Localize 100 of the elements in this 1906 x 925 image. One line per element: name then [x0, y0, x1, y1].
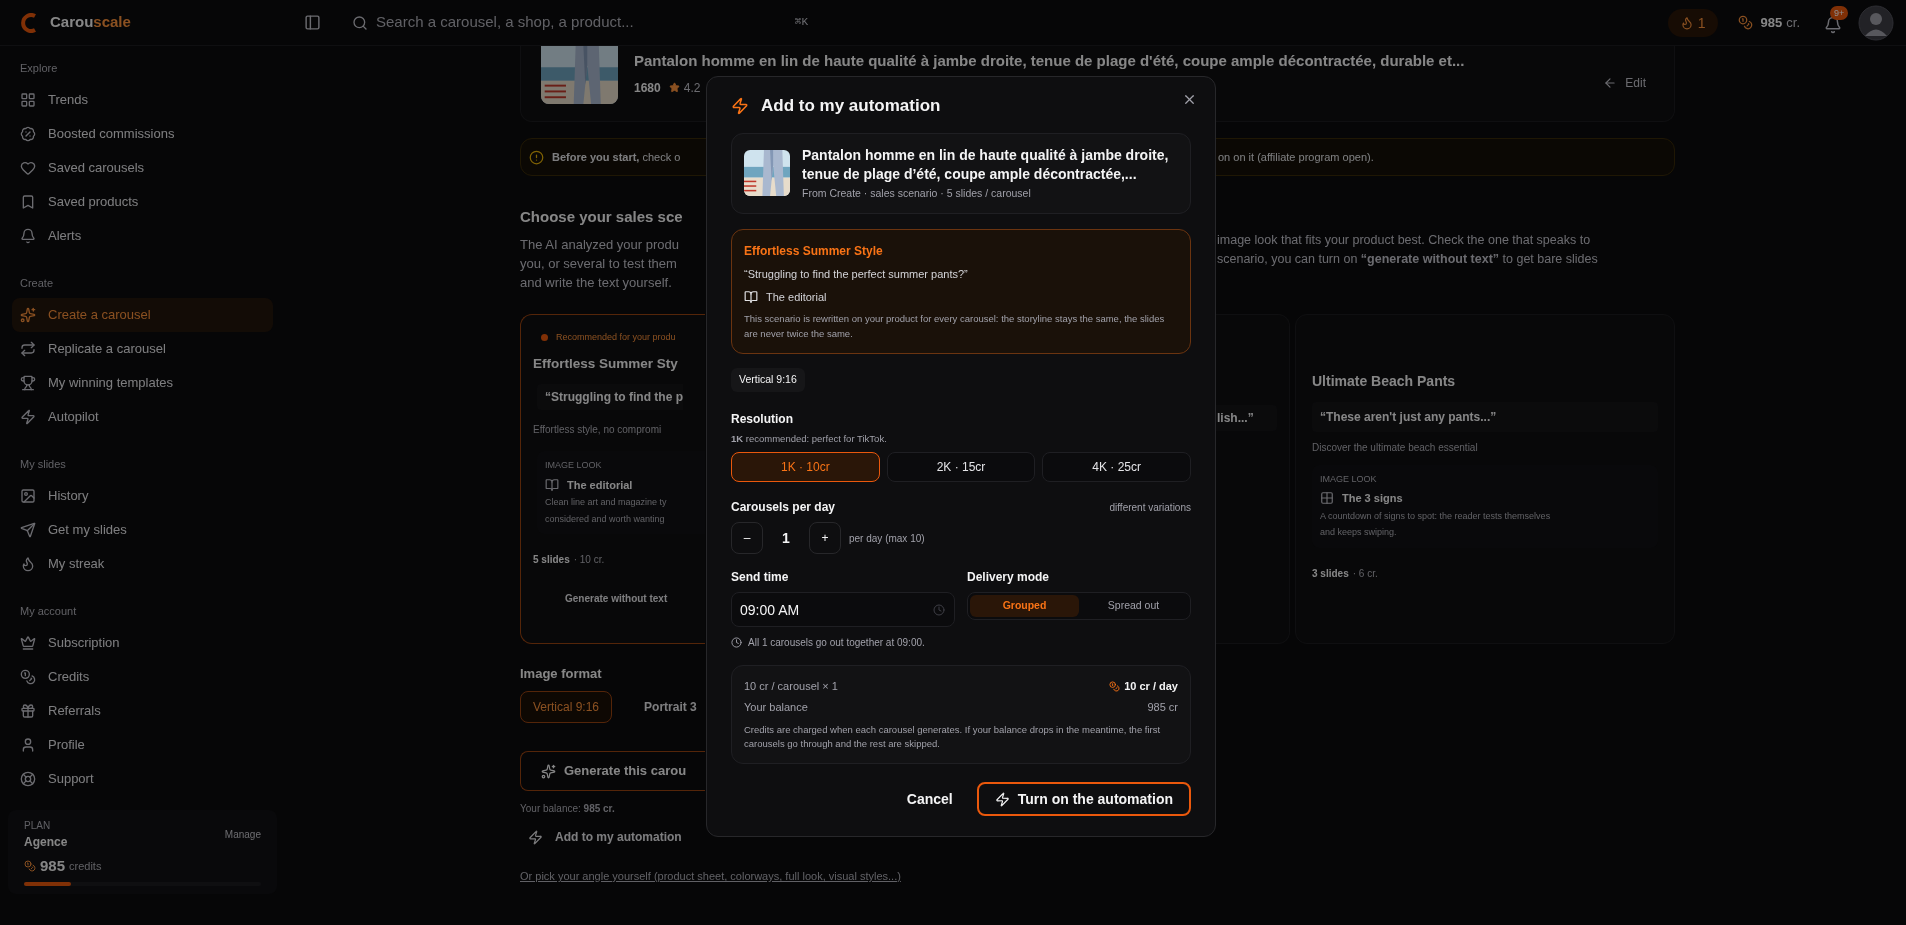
sidebar-toggle-icon [303, 14, 321, 31]
scenario-card[interactable]: lish...” [1215, 313, 1290, 644]
percent-badge-icon [20, 126, 36, 142]
plan-credits-unit: credits [69, 859, 102, 874]
flame-icon [20, 556, 36, 572]
manage-link[interactable]: Manage [224, 827, 261, 842]
flame-icon [1679, 15, 1694, 30]
clock-icon [731, 637, 742, 649]
section-heading: Image format [520, 664, 602, 683]
confirm-button[interactable]: Turn on the automation [976, 782, 1191, 817]
image-look-label: IMAGE LOOK [1320, 472, 1377, 486]
resolution-option[interactable]: 1K · 10cr [731, 452, 880, 483]
format-option[interactable]: Portrait 3 [632, 691, 709, 723]
sidebar-item[interactable]: My winning templates [12, 366, 273, 400]
section-label: Explore [20, 60, 58, 76]
section-label: My account [20, 603, 77, 619]
sidebar-item[interactable]: Subscription [12, 626, 273, 660]
trophy-icon [20, 375, 36, 391]
sidebar-item[interactable]: Referrals [12, 694, 273, 728]
cost-per-carousel: 10 cr / carousel × 1 [744, 679, 838, 695]
lightning-icon [731, 96, 749, 115]
product-title: Pantalon homme en lin de haute qualité à jambe droite, tenue de plage d’été, coupe ample décontractée,... [802, 145, 1170, 184]
add-automation-button[interactable]: Add to my automation [528, 828, 682, 846]
scenario-note: This scenario is rewritten on your product for every carousel: the storyline stays the same, the slides are never twice the same. [744, 312, 1166, 342]
coins-icon [1737, 15, 1753, 30]
slide-cost: · 10 cr. [573, 553, 605, 568]
time-field[interactable]: 09:00 AM [731, 592, 955, 628]
credits-note: Credits are charged when each carousel generates. If your balance drops in the meantime, the first carousels go through and the rest are skipped. [744, 723, 1162, 752]
book-icon [744, 290, 758, 304]
sparkles-icon [541, 763, 556, 779]
repeat-icon [20, 341, 36, 357]
sidebar-item[interactable]: Support [12, 762, 273, 796]
notification-badge: 9+ [1830, 5, 1849, 20]
variations-note: different variations [1109, 500, 1191, 515]
search-field[interactable]: Search a carousel, a shop, a product... [376, 11, 787, 34]
slide-count: 5 slides [533, 553, 570, 568]
dialog-title: Add to my automation [761, 95, 941, 117]
sparkles-icon [20, 307, 36, 323]
alert-icon [529, 149, 544, 165]
generate-button[interactable]: Generate this carou [520, 751, 705, 791]
plan-credits: 985 [40, 856, 66, 876]
scenario-card[interactable] [520, 313, 705, 644]
sidebar-item[interactable]: Replicate a carousel [12, 332, 273, 366]
section-heading: Choose your sales sce [520, 207, 683, 227]
scenario-quote: “Struggling to find the perfect summer pants?” [744, 267, 968, 283]
logo-icon [20, 12, 38, 33]
image-look-description: and keeps swiping. [1320, 526, 1397, 539]
sidebar-item[interactable]: History [12, 479, 273, 513]
sidebar-item[interactable]: Trends [12, 83, 273, 117]
decrement-button[interactable]: – [731, 522, 763, 555]
avatar[interactable] [1858, 4, 1894, 41]
pick-angle-link[interactable]: Or pick your angle yourself (product sheet, colorways, full look, visual styles...) [520, 868, 901, 885]
grid-icon [1320, 491, 1334, 506]
lightning-icon [20, 409, 36, 425]
rating: 4.2 [683, 79, 701, 97]
resolution-option[interactable]: 4K · 25cr [1042, 452, 1191, 483]
sidebar-item[interactable]: Alerts [12, 219, 273, 253]
sidebar-item[interactable]: My streak [12, 547, 273, 581]
edit-button[interactable]: Edit [1595, 74, 1654, 92]
crown-icon [20, 635, 36, 651]
image-look-description: A countdown of signs to spot: the reader tests themselves [1320, 509, 1551, 523]
description-line: you, or several to test them [520, 254, 677, 273]
sidebar-item[interactable]: Credits [12, 660, 273, 694]
sidebar-item[interactable]: Profile [12, 728, 273, 762]
lifebuoy-icon [20, 771, 36, 787]
resolution-option[interactable]: 2K · 15cr [886, 452, 1036, 483]
slide-cost: · 6 cr. [1352, 566, 1378, 581]
sidebar-item[interactable]: Saved carousels [12, 151, 273, 185]
description-line: The AI analyzed your produ [520, 235, 679, 254]
delivery-option[interactable]: Grouped [970, 595, 1079, 618]
coins-icon [20, 669, 36, 685]
image-look-description: Clean line art and magazine ty [545, 496, 667, 510]
sidebar-item[interactable]: Get my slides [12, 513, 273, 547]
section-label: My slides [20, 456, 66, 472]
scenario-title: Effortless Summer Style [744, 243, 883, 261]
field-label: Delivery mode [967, 569, 1050, 587]
user-icon [20, 737, 36, 753]
recommended-label: Recommended for your produ [556, 330, 676, 344]
schedule-note: All 1 carousels go out together at 09:00. [748, 636, 925, 651]
bell-icon[interactable] [1824, 15, 1842, 34]
image-look-name: The editorial [567, 477, 633, 493]
sidebar-item[interactable]: Create a carousel [12, 298, 273, 332]
image-look-label: IMAGE LOOK [545, 459, 602, 473]
delivery-option[interactable]: Spread out [1079, 595, 1188, 618]
sidebar-item[interactable]: Saved products [12, 185, 273, 219]
send-icon [20, 522, 36, 538]
sidebar-item[interactable]: Boosted commissions [12, 117, 273, 151]
cancel-button[interactable]: Cancel [906, 788, 953, 810]
section-label: Create [20, 275, 54, 291]
image-look-name: The 3 signs [1342, 491, 1403, 506]
search-icon [352, 14, 368, 31]
streak-pill[interactable]: 1 [1667, 8, 1718, 37]
generate-without-text-toggle[interactable]: Generate without text [565, 591, 668, 607]
format-option[interactable]: Vertical 9:16 [520, 691, 613, 723]
credit-amount: 985 [1760, 13, 1783, 32]
per-day-limit: per day (max 10) [849, 531, 925, 546]
gift-icon [20, 703, 36, 719]
per-day-value: 1 [781, 528, 791, 548]
increment-button[interactable]: + [809, 522, 841, 555]
sidebar-item[interactable]: Autopilot [12, 400, 273, 434]
